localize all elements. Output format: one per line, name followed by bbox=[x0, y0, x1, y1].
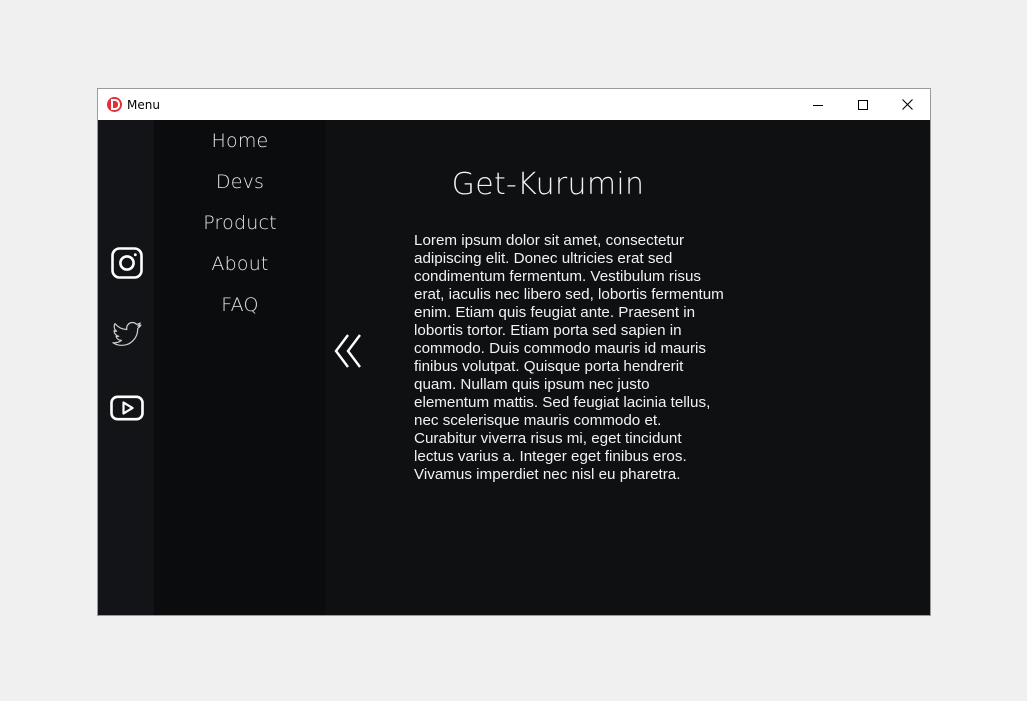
title-bar[interactable]: Menu bbox=[98, 89, 930, 120]
nav-menu: Home Devs Product About FAQ bbox=[154, 120, 326, 615]
app-logo-icon bbox=[107, 97, 122, 112]
window-controls bbox=[795, 89, 930, 120]
youtube-button[interactable] bbox=[110, 391, 144, 425]
minimize-icon bbox=[812, 104, 823, 106]
social-sidebar bbox=[98, 120, 154, 615]
page-title: Get-Kurumin bbox=[451, 167, 645, 202]
nav-item-about[interactable]: About bbox=[154, 253, 326, 275]
app-window: Menu Home Devs Product About FAQ Get-Kur… bbox=[97, 88, 931, 616]
minimize-button[interactable] bbox=[795, 89, 840, 120]
nav-item-devs[interactable]: Devs bbox=[154, 171, 326, 193]
body-paragraph: Lorem ipsum dolor sit amet, consectetur … bbox=[414, 232, 724, 483]
nav-item-product[interactable]: Product bbox=[154, 212, 326, 234]
window-title: Menu bbox=[127, 97, 160, 112]
twitter-icon bbox=[112, 321, 142, 346]
instagram-icon bbox=[111, 247, 143, 279]
maximize-icon bbox=[857, 99, 868, 110]
collapse-menu-button[interactable] bbox=[334, 333, 364, 369]
close-button[interactable] bbox=[885, 89, 930, 120]
double-chevron-left-icon bbox=[334, 334, 361, 368]
close-icon bbox=[902, 99, 913, 110]
maximize-button[interactable] bbox=[840, 89, 885, 120]
instagram-button[interactable] bbox=[110, 246, 144, 280]
nav-item-home[interactable]: Home bbox=[154, 130, 326, 152]
twitter-button[interactable] bbox=[110, 318, 144, 352]
youtube-icon bbox=[110, 395, 144, 421]
nav-item-faq[interactable]: FAQ bbox=[154, 294, 326, 316]
